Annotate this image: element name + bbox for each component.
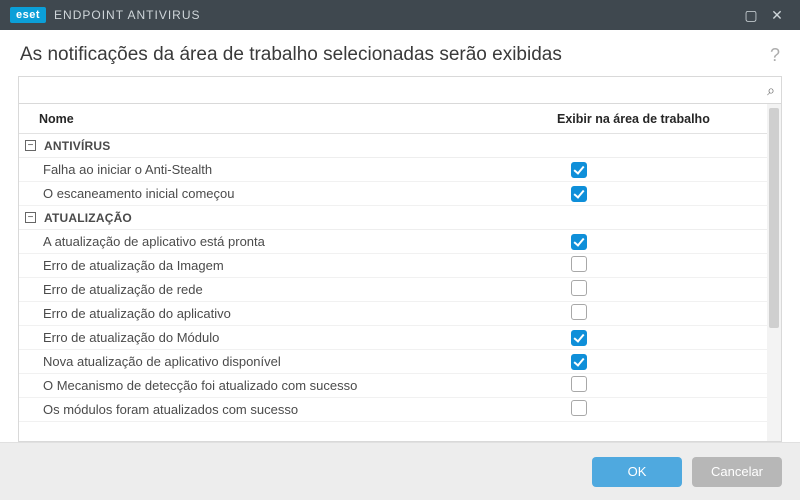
row-show-cell [571, 354, 761, 370]
dialog-header: As notificações da área de trabalho sele… [0, 30, 800, 76]
content-area: ⌕ Nome Exibir na área de trabalho −ANTIV… [0, 76, 800, 442]
collapse-icon[interactable]: − [25, 140, 36, 151]
show-checkbox[interactable] [571, 162, 587, 178]
table-row[interactable]: O Mecanismo de detecção foi atualizado c… [19, 374, 767, 398]
row-name: Os módulos foram atualizados com sucesso [43, 402, 571, 417]
show-checkbox[interactable] [571, 234, 587, 250]
table-row[interactable]: A atualização de aplicativo está pronta [19, 230, 767, 254]
column-header-name[interactable]: Nome [39, 112, 557, 126]
table-container: Nome Exibir na área de trabalho −ANTIVÍR… [18, 104, 782, 442]
table-scroll: Nome Exibir na área de trabalho −ANTIVÍR… [19, 104, 767, 441]
show-checkbox[interactable] [571, 330, 587, 346]
group-header[interactable]: −ANTIVÍRUS [19, 134, 767, 158]
row-show-cell [571, 162, 761, 178]
search-row: ⌕ [18, 76, 782, 104]
show-checkbox[interactable] [571, 256, 587, 272]
row-name: A atualização de aplicativo está pronta [43, 234, 571, 249]
page-title: As notificações da área de trabalho sele… [20, 44, 562, 66]
close-icon: ✕ [771, 7, 783, 24]
table-row[interactable]: Erro de atualização de rede [19, 278, 767, 302]
row-name: Erro de atualização de rede [43, 282, 571, 297]
scrollbar-thumb[interactable] [769, 108, 779, 328]
table-row[interactable]: Erro de atualização do aplicativo [19, 302, 767, 326]
row-name: Erro de atualização da Imagem [43, 258, 571, 273]
collapse-icon[interactable]: − [25, 212, 36, 223]
group-header[interactable]: −ATUALIZAÇÃO [19, 206, 767, 230]
table-row[interactable]: Erro de atualização da Imagem [19, 254, 767, 278]
row-show-cell [571, 304, 761, 323]
show-checkbox[interactable] [571, 280, 587, 296]
column-header-show[interactable]: Exibir na área de trabalho [557, 112, 747, 126]
show-checkbox[interactable] [571, 304, 587, 320]
table-row[interactable]: O escaneamento inicial começou [19, 182, 767, 206]
row-name: Erro de atualização do Módulo [43, 330, 571, 345]
table-row[interactable]: Nova atualização de aplicativo disponíve… [19, 350, 767, 374]
row-show-cell [571, 280, 761, 299]
row-name: O Mecanismo de detecção foi atualizado c… [43, 378, 571, 393]
brand-badge: eset [10, 7, 46, 23]
window-minimize-button[interactable]: ▢ [738, 2, 764, 28]
show-checkbox[interactable] [571, 186, 587, 202]
row-show-cell [571, 186, 761, 202]
show-checkbox[interactable] [571, 354, 587, 370]
show-checkbox[interactable] [571, 376, 587, 392]
row-show-cell [571, 400, 761, 419]
brand-text: ENDPOINT ANTIVIRUS [54, 8, 200, 22]
row-show-cell [571, 376, 761, 395]
row-show-cell [571, 256, 761, 275]
titlebar: eset ENDPOINT ANTIVIRUS ▢ ✕ [0, 0, 800, 30]
search-input[interactable] [25, 78, 767, 102]
show-checkbox[interactable] [571, 400, 587, 416]
table-row[interactable]: Falha ao iniciar o Anti-Stealth [19, 158, 767, 182]
table-row[interactable]: Os módulos foram atualizados com sucesso [19, 398, 767, 422]
ok-button[interactable]: OK [592, 457, 682, 487]
row-name: O escaneamento inicial começou [43, 186, 571, 201]
row-show-cell [571, 234, 761, 250]
row-show-cell [571, 330, 761, 346]
row-name: Erro de atualização do aplicativo [43, 306, 571, 321]
row-name: Nova atualização de aplicativo disponíve… [43, 354, 571, 369]
cancel-button[interactable]: Cancelar [692, 457, 782, 487]
help-icon[interactable]: ? [770, 45, 780, 66]
dialog-footer: OK Cancelar [0, 442, 800, 500]
scrollbar[interactable] [767, 104, 781, 441]
table-row[interactable]: Erro de atualização do Módulo [19, 326, 767, 350]
row-name: Falha ao iniciar o Anti-Stealth [43, 162, 571, 177]
window-close-button[interactable]: ✕ [764, 2, 790, 28]
group-label: ANTIVÍRUS [44, 139, 110, 153]
group-label: ATUALIZAÇÃO [44, 211, 132, 225]
square-icon: ▢ [744, 7, 757, 24]
search-icon[interactable]: ⌕ [767, 82, 775, 99]
table-header: Nome Exibir na área de trabalho [19, 104, 767, 134]
